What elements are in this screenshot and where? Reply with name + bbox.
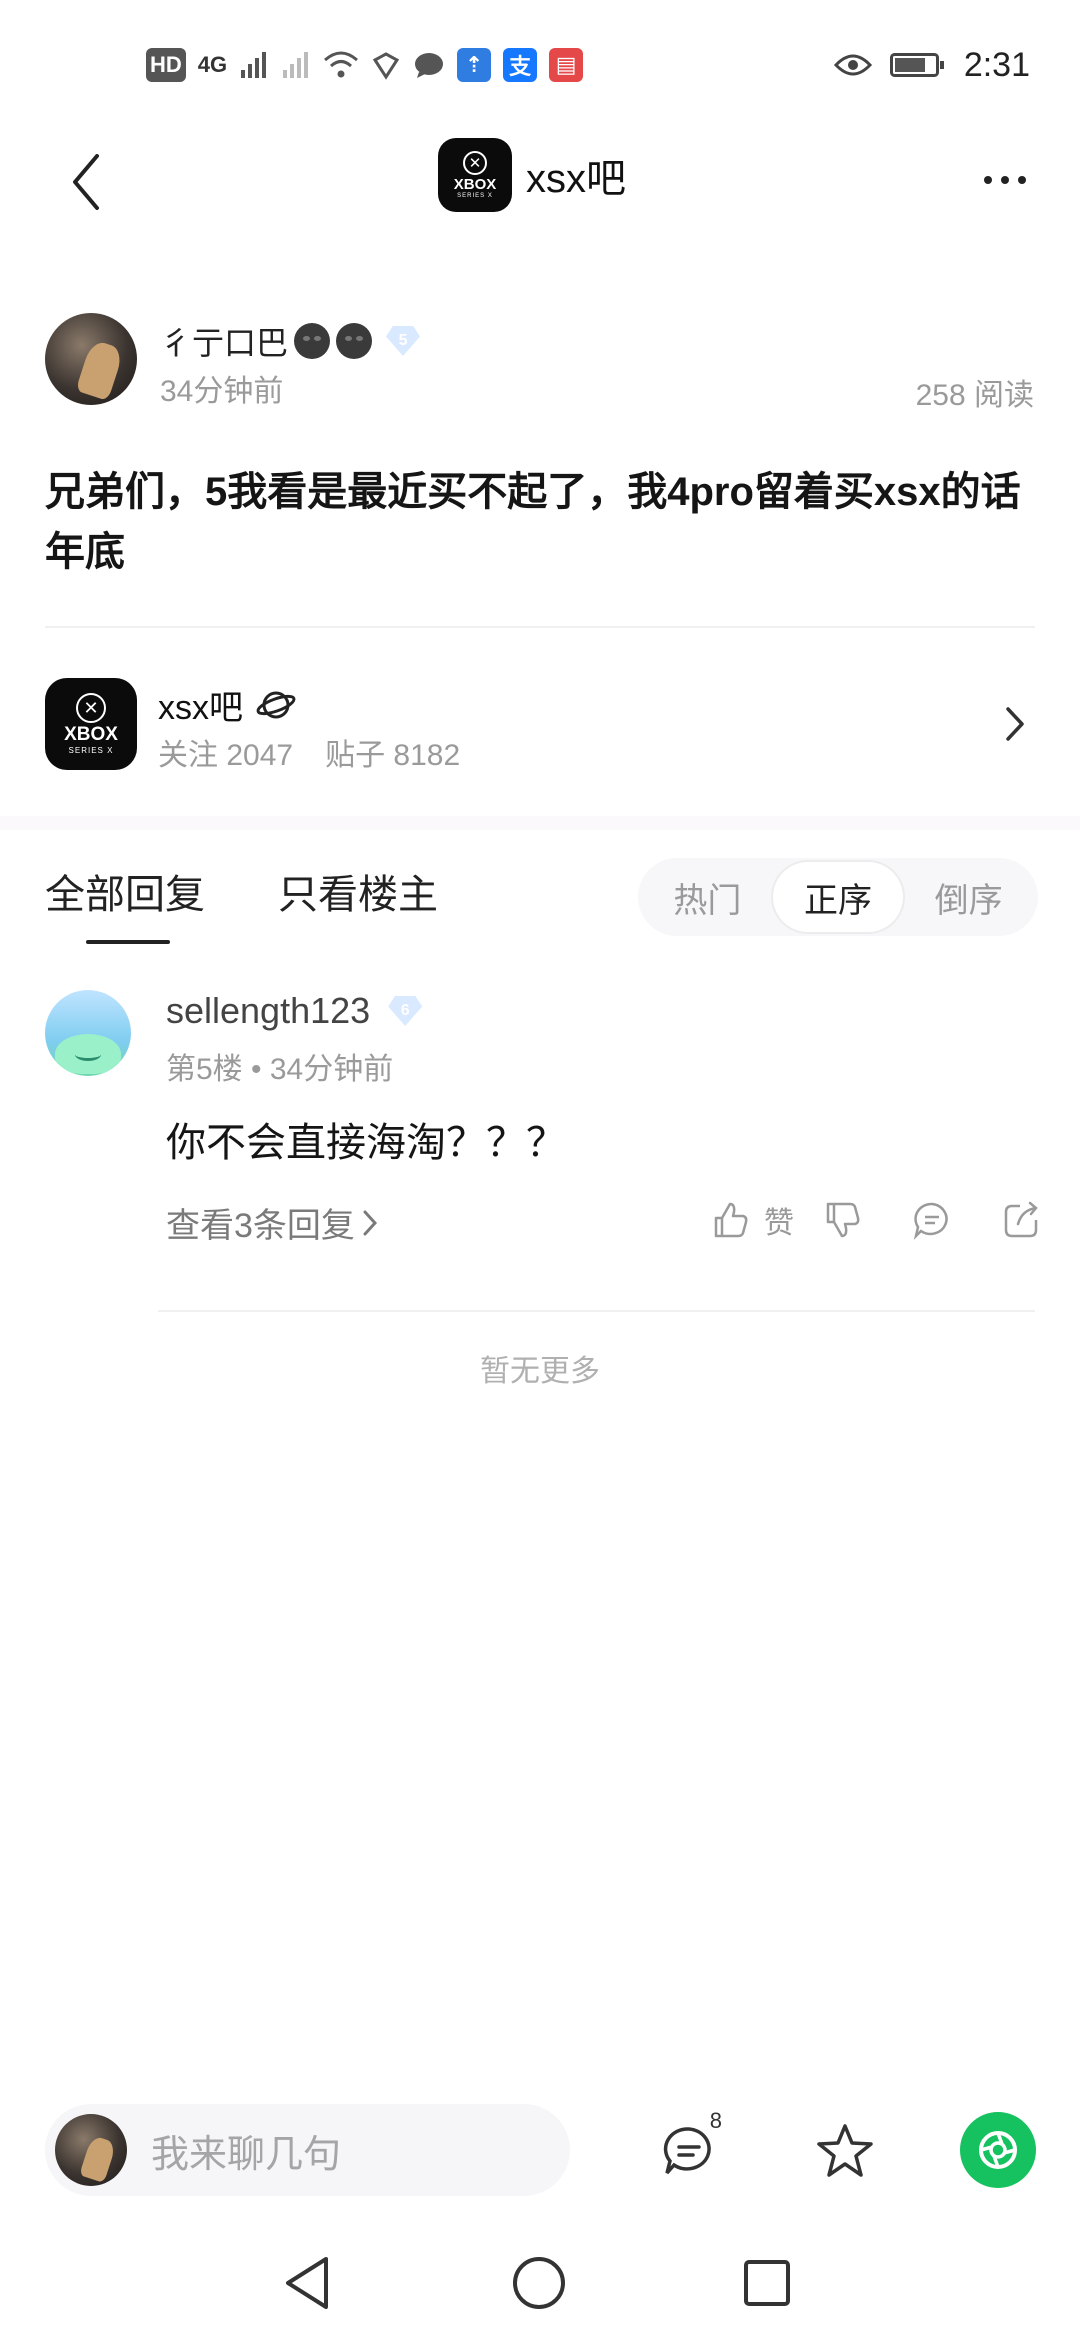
favorite-button[interactable] (810, 2116, 880, 2186)
thumbs-up-icon (714, 1202, 748, 1238)
clock: 2:31 (963, 45, 1030, 84)
sort-hot-button[interactable]: 热门 (642, 862, 773, 932)
tab-all-replies[interactable]: 全部回复 (45, 862, 205, 920)
circle-home-icon (513, 2257, 565, 2309)
aperture-share-icon (979, 2131, 1017, 2169)
xbox-sphere-icon: ✕ (76, 693, 106, 723)
forum-logo: ✕ XBOX SERIES X (45, 678, 137, 770)
bottom-input-bar: 我来聊几句 8 (0, 2090, 1080, 2210)
status-right-icons: 2:31 (833, 44, 1030, 86)
post-title: 兄弟们，5我看是最近买不起了，我4pro留着买xsx的话年底 (45, 470, 1021, 574)
hd-icon: HD (146, 48, 186, 82)
chevron-left-icon (73, 154, 99, 210)
forum-name: xsx吧 (158, 689, 243, 727)
logo-text: XBOX (64, 724, 118, 745)
author-name-row[interactable]: 彳亍口巴 5 (160, 318, 421, 364)
sort-asc-button[interactable]: 正序 (772, 862, 904, 932)
chevron-right-icon (363, 1210, 377, 1235)
level-badge: 6 (388, 996, 423, 1026)
battery-icon (889, 53, 944, 77)
network-4g-label: 4G (197, 52, 228, 77)
divider (158, 1310, 1035, 1312)
tab-active-indicator (86, 940, 170, 944)
author-avatar[interactable] (45, 313, 137, 405)
comment-count: 8 (709, 2108, 722, 2133)
status-left-icons: HD 4G ⇡ 支 ▤ (146, 44, 584, 86)
back-button[interactable] (60, 142, 112, 222)
level-badge: 5 (386, 326, 421, 356)
nav-title: xsx吧 (526, 157, 626, 201)
forum-card[interactable]: ✕ XBOX SERIES X xsx吧 关注 2047 贴子 8182 (0, 628, 1080, 816)
section-separator (0, 816, 1080, 830)
read-count: 258 阅读 (915, 379, 1034, 412)
share-button[interactable] (960, 2112, 1036, 2188)
reply-tabs: 全部回复 只看楼主 热门 正序 倒序 (0, 840, 1080, 960)
message-icon (415, 53, 444, 78)
system-home-button[interactable] (504, 2248, 574, 2318)
dark-face-emoji-icon (336, 323, 373, 359)
top-nav: ✕ XBOX SERIES X xsx吧 (0, 130, 1080, 240)
share-icon (1004, 1201, 1038, 1238)
reply-input-placeholder: 我来聊几句 (151, 2133, 342, 2176)
planet-icon (256, 691, 296, 718)
dot-icon (984, 176, 992, 184)
reply-actions: 赞 (702, 1192, 1050, 1248)
sort-toggle: 热门 正序 倒序 (638, 858, 1038, 936)
eye-icon (833, 54, 872, 76)
wifi-icon (324, 51, 359, 78)
share-reply-button[interactable] (994, 1192, 1050, 1248)
status-bar: HD 4G ⇡ 支 ▤ 2:31 (0, 0, 1080, 130)
reply-username: sellength123 (166, 990, 371, 1031)
tab-owner-only[interactable]: 只看楼主 (278, 862, 438, 920)
square-recents-icon (744, 2260, 790, 2306)
no-more-label: 暂无更多 (480, 1355, 600, 1388)
thumbs-down-icon (826, 1202, 860, 1238)
dislike-button[interactable] (814, 1192, 870, 1248)
view-replies-link[interactable]: 查看3条回复 (166, 1198, 377, 1247)
like-button[interactable] (702, 1192, 758, 1248)
xbox-logo: ✕ XBOX SERIES X (438, 138, 512, 212)
author-name: 彳亍口巴 (160, 325, 289, 361)
system-back-button[interactable] (272, 2248, 342, 2318)
dot-icon (1018, 176, 1026, 184)
view-replies-label: 查看3条回复 (166, 1207, 355, 1245)
comment-button[interactable] (904, 1192, 960, 1248)
forum-stats: 关注 2047 贴子 8182 (158, 730, 460, 774)
reply-floor-time: 第5楼 • 34分钟前 (166, 1053, 394, 1086)
reply-input[interactable]: 我来聊几句 (45, 2104, 570, 2196)
logo-subtext: SERIES X (68, 746, 114, 755)
post-time: 34分钟前 (160, 375, 284, 408)
signal-empty-icon (283, 52, 309, 78)
reply-avatar[interactable] (45, 990, 131, 1076)
more-options-button[interactable] (970, 150, 1040, 210)
system-nav-bar (0, 2220, 1080, 2340)
reply-name-row[interactable]: sellength123 6 (166, 990, 423, 1032)
dot-icon (1001, 176, 1009, 184)
reader-app-icon: ▤ (549, 48, 584, 82)
system-recents-button[interactable] (732, 2248, 802, 2318)
chevron-right-icon (1000, 704, 1030, 744)
xbox-sphere-icon: ✕ (463, 151, 487, 175)
app-notify-icon: ⇡ (457, 48, 492, 82)
sort-desc-button[interactable]: 倒序 (903, 862, 1034, 932)
forum-followers: 关注 2047 (158, 739, 294, 772)
comments-button[interactable]: 8 (654, 2108, 724, 2186)
comments-icon (663, 2127, 711, 2175)
forum-title-area[interactable]: ✕ XBOX SERIES X xsx吧 (438, 138, 626, 212)
reply-text: 你不会直接海淘？？？ (166, 1121, 566, 1165)
triangle-back-icon (286, 2257, 328, 2309)
signal-icon (241, 52, 267, 78)
star-icon (817, 2124, 873, 2177)
dark-face-emoji-icon (294, 323, 331, 359)
comment-icon (913, 1202, 948, 1240)
vpn-icon (373, 52, 400, 80)
forum-name-row: xsx吧 (158, 680, 297, 729)
logo-subtext: SERIES X (457, 193, 493, 199)
logo-text: XBOX (453, 176, 497, 193)
my-avatar (55, 2114, 127, 2186)
forum-posts: 贴子 8182 (325, 739, 461, 772)
alipay-icon: 支 (503, 48, 538, 82)
like-label: 赞 (764, 1207, 794, 1240)
